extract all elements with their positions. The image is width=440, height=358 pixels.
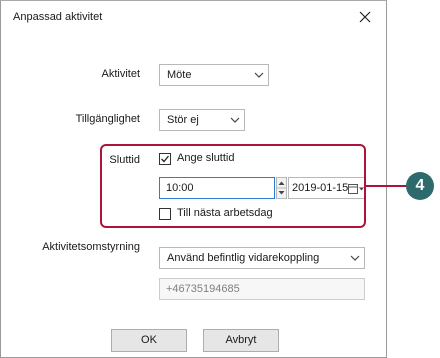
title-bar: Anpassad aktivitet	[1, 1, 386, 33]
chevron-down-icon	[254, 72, 264, 78]
redirect-value: Använd befintlig vidarekoppling	[167, 252, 320, 264]
activity-label: Aktivitet	[101, 68, 140, 80]
activity-value: Möte	[167, 69, 192, 81]
redirect-number-field: +46735194685	[159, 278, 365, 300]
availability-select[interactable]: Stör ej	[159, 109, 245, 131]
callout-badge: 4	[406, 172, 434, 200]
activity-select[interactable]: Möte	[159, 64, 269, 86]
redirect-select[interactable]: Använd befintlig vidarekoppling	[159, 247, 365, 269]
cancel-button[interactable]: Avbryt	[203, 329, 279, 352]
redirect-label: Aktivitetsomstyrning	[42, 241, 140, 253]
ok-button[interactable]: OK	[111, 329, 187, 352]
dialog-title: Anpassad aktivitet	[13, 11, 103, 23]
availability-value: Stör ej	[167, 114, 199, 126]
availability-label: Tillgänglighet	[75, 113, 140, 125]
chevron-down-icon	[230, 117, 240, 123]
redirect-number: +46735194685	[166, 283, 240, 295]
end-time-highlight	[100, 144, 366, 228]
chevron-down-icon	[350, 255, 360, 261]
close-icon[interactable]	[355, 7, 375, 27]
